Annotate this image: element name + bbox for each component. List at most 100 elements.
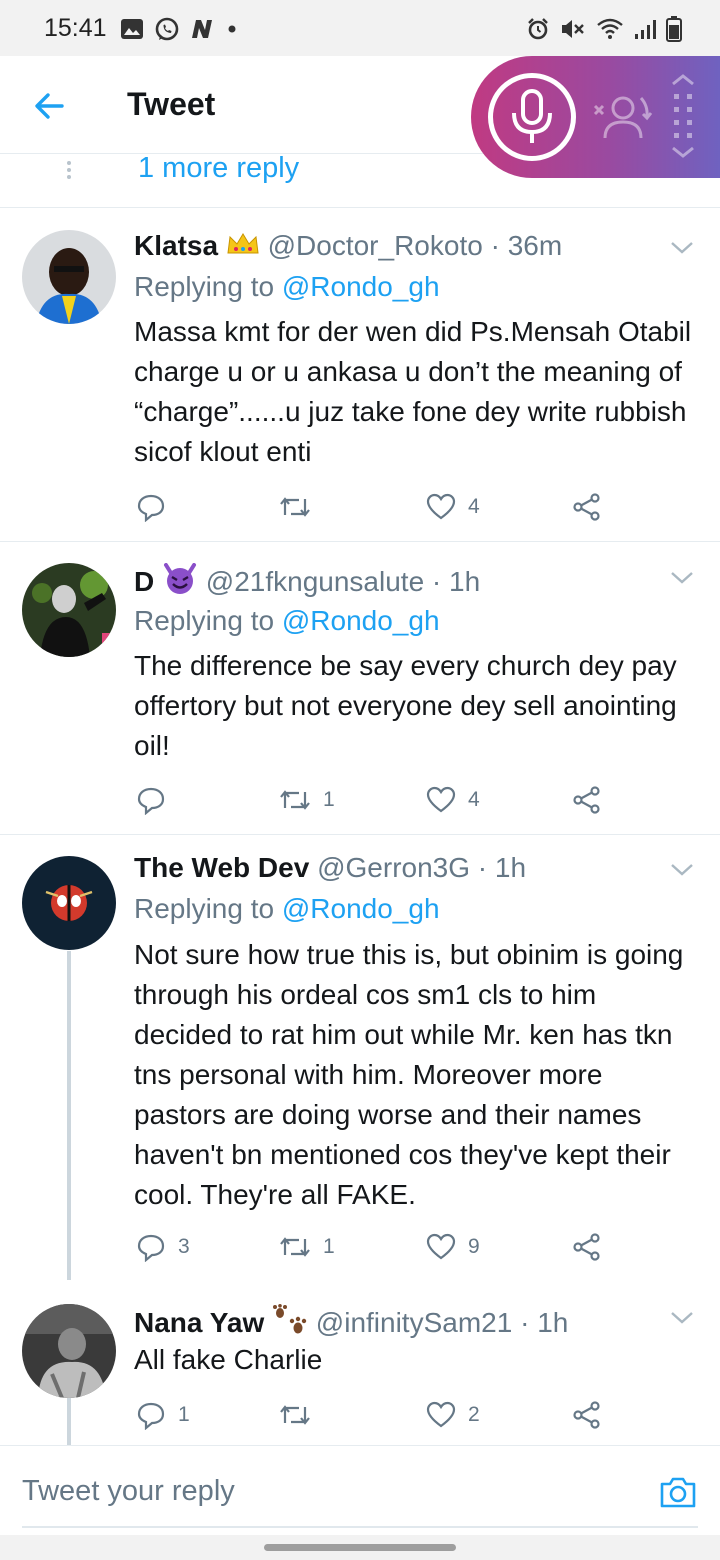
tweet-actions: 4 bbox=[134, 490, 614, 524]
drag-handle-icon[interactable] bbox=[669, 74, 697, 165]
time-separator: · bbox=[482, 230, 508, 261]
paw-prints-icon bbox=[272, 1304, 308, 1343]
reply-icon bbox=[137, 1402, 165, 1430]
chevron-down-icon[interactable] bbox=[670, 862, 694, 878]
heart-icon bbox=[426, 786, 456, 813]
retweet-icon bbox=[280, 497, 310, 517]
tweet-text: Not sure how true this is, but obinim is… bbox=[134, 939, 684, 1210]
share-icon bbox=[573, 1401, 600, 1429]
avatar[interactable] bbox=[22, 856, 116, 950]
arrow-left-icon bbox=[35, 93, 64, 119]
user-remove-icon[interactable] bbox=[591, 86, 655, 151]
tweet-time: 1h bbox=[494, 852, 527, 883]
camera-icon bbox=[660, 1477, 696, 1508]
avatar[interactable] bbox=[22, 230, 116, 324]
share-icon bbox=[573, 493, 600, 521]
home-gesture-handle[interactable] bbox=[264, 1544, 456, 1551]
share-button[interactable] bbox=[572, 783, 602, 817]
author-handle[interactable]: @Doctor_Rokoto bbox=[268, 230, 483, 261]
mention-link[interactable]: @Rondo_gh bbox=[282, 271, 440, 302]
reply-button[interactable]: 1 bbox=[136, 1398, 190, 1432]
voice-access-widget[interactable] bbox=[471, 56, 720, 178]
reply-button[interactable] bbox=[136, 783, 178, 817]
reply-input[interactable] bbox=[22, 1468, 622, 1514]
retweet-icon bbox=[280, 1237, 310, 1257]
tweet-header: Nana Yaw @infinitySam21 · 1h bbox=[134, 1304, 568, 1343]
microphone-button[interactable] bbox=[488, 73, 576, 161]
mention-link[interactable]: @Rondo_gh bbox=[282, 605, 440, 636]
author-name[interactable]: Nana Yaw bbox=[134, 1307, 264, 1338]
retweet-icon bbox=[280, 790, 310, 810]
status-bar: 15:41 bbox=[0, 0, 720, 56]
share-icon bbox=[573, 786, 600, 814]
alarm-icon bbox=[526, 17, 550, 41]
tweet-actions: 1 4 bbox=[134, 783, 614, 817]
tweet-item[interactable]: The Web Dev @Gerron3G · 1h Replying to @… bbox=[0, 835, 720, 1280]
mute-icon bbox=[560, 17, 586, 41]
heart-icon bbox=[426, 493, 456, 520]
status-time: 15:41 bbox=[44, 14, 107, 42]
reply-icon bbox=[137, 787, 165, 815]
avatar[interactable] bbox=[22, 1304, 116, 1398]
author-handle[interactable]: @infinitySam21 bbox=[316, 1307, 513, 1338]
heart-icon bbox=[426, 1401, 456, 1428]
tweet-header: Klatsa @Doctor_Rokoto · 36m bbox=[134, 230, 562, 264]
like-count: 4 bbox=[468, 495, 480, 518]
author-name[interactable]: Klatsa bbox=[134, 230, 218, 261]
more-replies-link[interactable]: 1 more reply bbox=[138, 152, 299, 185]
share-button[interactable] bbox=[572, 1398, 602, 1432]
time-separator: · bbox=[424, 566, 450, 597]
share-icon bbox=[573, 1233, 600, 1261]
tweet-text: The difference be say every church dey p… bbox=[134, 650, 677, 761]
replying-label: Replying to bbox=[134, 893, 282, 924]
time-separator: · bbox=[470, 852, 495, 883]
retweet-button[interactable] bbox=[279, 490, 323, 524]
author-name[interactable]: D bbox=[134, 566, 154, 597]
like-button[interactable]: 2 bbox=[426, 1398, 480, 1432]
chevron-down-icon[interactable] bbox=[670, 570, 694, 586]
reply-count: 1 bbox=[178, 1403, 190, 1426]
like-button[interactable]: 9 bbox=[426, 1230, 480, 1264]
smiling-devil-icon bbox=[162, 563, 198, 602]
back-button[interactable] bbox=[30, 86, 70, 126]
replying-to: Replying to @Rondo_gh bbox=[134, 893, 440, 925]
like-button[interactable]: 4 bbox=[426, 490, 480, 524]
like-count: 2 bbox=[468, 1403, 480, 1426]
tweet-actions: 1 2 bbox=[134, 1398, 614, 1432]
share-button[interactable] bbox=[572, 1230, 602, 1264]
retweet-button[interactable]: 1 bbox=[279, 1230, 335, 1264]
retweet-button[interactable]: 1 bbox=[279, 783, 335, 817]
tweet-actions: 3 1 9 bbox=[134, 1230, 614, 1264]
reply-divider bbox=[22, 1526, 698, 1528]
status-left-icons bbox=[120, 14, 238, 44]
page-title: Tweet bbox=[127, 86, 216, 122]
navigation-bar bbox=[0, 1535, 720, 1560]
like-button[interactable]: 4 bbox=[426, 783, 480, 817]
share-button[interactable] bbox=[572, 490, 602, 524]
tweet-text: All fake Charlie bbox=[134, 1344, 323, 1375]
reply-composer bbox=[0, 1445, 720, 1535]
retweet-button[interactable] bbox=[279, 1398, 323, 1432]
chevron-down-icon[interactable] bbox=[670, 240, 694, 256]
tweet-item[interactable]: D @21fkngunsalute · 1h Replying to @Rond… bbox=[0, 542, 720, 835]
author-name[interactable]: The Web Dev bbox=[134, 852, 309, 883]
reply-button[interactable] bbox=[136, 490, 178, 524]
author-handle[interactable]: @Gerron3G bbox=[317, 852, 470, 883]
avatar[interactable] bbox=[22, 563, 116, 657]
camera-button[interactable] bbox=[658, 1472, 698, 1512]
tweet-time: 36m bbox=[507, 230, 563, 261]
thread-dots bbox=[66, 158, 72, 182]
status-right-icons bbox=[526, 14, 682, 44]
mention-link[interactable]: @Rondo_gh bbox=[282, 893, 440, 924]
retweet-count: 1 bbox=[323, 788, 335, 811]
tweet-item[interactable]: Klatsa @Doctor_Rokoto · 36m Replying to … bbox=[0, 208, 720, 542]
author-handle[interactable]: @21fkngunsalute bbox=[206, 566, 424, 597]
thread-line bbox=[67, 951, 71, 1280]
replying-label: Replying to bbox=[134, 271, 282, 302]
reply-button[interactable]: 3 bbox=[136, 1230, 190, 1264]
crown-icon bbox=[226, 231, 260, 264]
replying-to: Replying to @Rondo_gh bbox=[134, 271, 440, 303]
chevron-down-icon[interactable] bbox=[670, 1310, 694, 1326]
tweet-item[interactable]: Nana Yaw @infinitySam21 · 1h All fake Ch… bbox=[0, 1280, 720, 1445]
reply-icon bbox=[137, 494, 165, 522]
